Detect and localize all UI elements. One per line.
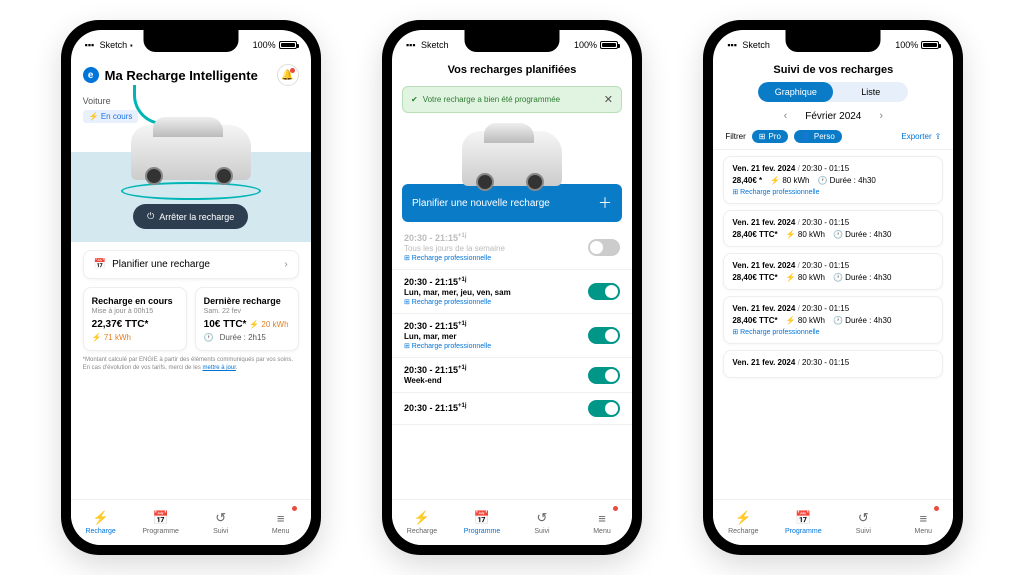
update-tariffs-link[interactable]: mettre à jour bbox=[203, 365, 236, 371]
schedule-item[interactable]: 20:30 - 21:15+1jLun, mar, mer, jeu, ven,… bbox=[392, 270, 632, 314]
check-icon: ✔ bbox=[411, 95, 418, 104]
logo-icon: e bbox=[83, 67, 99, 83]
status-time: 9:41 AM bbox=[176, 40, 209, 50]
tab-menu[interactable]: ≡Menu bbox=[572, 500, 632, 545]
tab-suivi[interactable]: ↺Suivi bbox=[191, 500, 251, 545]
schedule-item[interactable]: 20:30 - 21:15+1j bbox=[392, 393, 632, 425]
tab-menu[interactable]: ≡Menu bbox=[893, 500, 953, 545]
status-bar: ▪▪▪Sketch⬝ 9:41 AM 100% bbox=[71, 30, 311, 60]
segment-liste[interactable]: Liste bbox=[833, 82, 908, 102]
tab-suivi[interactable]: ↺Suivi bbox=[833, 500, 893, 545]
tab-programme[interactable]: 📅Programme bbox=[773, 500, 833, 545]
tab-programme[interactable]: 📅Programme bbox=[131, 500, 191, 545]
tab-recharge[interactable]: ⚡Recharge bbox=[392, 500, 452, 545]
plan-new-charge-button[interactable]: Planifier une nouvelle recharge ＋ bbox=[402, 184, 622, 222]
page-title: Ma Recharge Intelligente bbox=[105, 68, 271, 83]
history-item[interactable]: Ven. 21 fev. 2024 / 20:30 - 01:1528,40€ … bbox=[723, 296, 943, 344]
filter-perso-chip[interactable]: 👤Perso bbox=[794, 130, 842, 143]
status-bar: ▪▪▪Sketch 9:41 AM 100% bbox=[713, 30, 953, 60]
vehicle-label: Voiture bbox=[83, 96, 111, 106]
status-bar: ▪▪▪Sketch 9:41 AM 100% bbox=[392, 30, 632, 60]
history-icon: ↺ bbox=[215, 510, 226, 526]
car-image bbox=[131, 110, 251, 180]
current-charge-card[interactable]: Recharge en cours Mise à jour à 00h15 22… bbox=[83, 287, 187, 351]
user-icon: 👤 bbox=[801, 132, 811, 141]
phone-2: ▪▪▪Sketch 9:41 AM 100% Vos recharges pla… bbox=[382, 20, 642, 555]
bolt-icon: ⚡ bbox=[93, 510, 109, 526]
history-item[interactable]: Ven. 21 fev. 2024 / 20:30 - 01:1528,40€ … bbox=[723, 253, 943, 290]
tab-recharge[interactable]: ⚡Recharge bbox=[713, 500, 773, 545]
view-segmented-control: Graphique Liste bbox=[758, 82, 908, 102]
next-month-button[interactable]: › bbox=[879, 110, 883, 122]
briefcase-icon: ⊞ bbox=[759, 132, 766, 141]
tab-bar: ⚡Recharge 📅Programme ↺Suivi ≡Menu bbox=[392, 499, 632, 545]
last-charge-card[interactable]: Dernière recharge Sam. 22 fev 10€ TTC* ⚡… bbox=[195, 287, 299, 351]
tab-menu[interactable]: ≡Menu bbox=[251, 500, 311, 545]
close-toast-button[interactable]: ✕ bbox=[604, 93, 613, 106]
car-image bbox=[462, 121, 562, 176]
page-title: Vos recharges planifiées bbox=[392, 60, 632, 82]
wifi-icon: ⬝ bbox=[130, 40, 132, 51]
history-item[interactable]: Ven. 21 fev. 2024 / 20:30 - 01:15 bbox=[723, 350, 943, 378]
price-disclaimer: *Montant calculé par ENGIE à partir des … bbox=[83, 357, 299, 373]
schedule-toggle[interactable] bbox=[588, 400, 620, 417]
export-button[interactable]: Exporter⇪ bbox=[901, 132, 941, 141]
success-toast: ✔ Votre recharge a bien été programmée ✕ bbox=[402, 86, 622, 113]
prev-month-button[interactable]: ‹ bbox=[784, 110, 788, 122]
plan-charge-button[interactable]: 📅 Planifier une recharge › bbox=[83, 250, 299, 279]
chevron-right-icon: › bbox=[284, 259, 287, 270]
history-item[interactable]: Ven. 21 fev. 2024 / 20:30 - 01:1528,40€ … bbox=[723, 210, 943, 247]
calendar-icon: 📅 bbox=[153, 510, 169, 526]
plus-icon: ＋ bbox=[598, 193, 612, 213]
stop-charge-button[interactable]: ⏻Arrêter la recharge bbox=[133, 204, 248, 229]
filter-label: Filtrer bbox=[725, 132, 745, 141]
schedule-item[interactable]: 20:30 - 21:15+1jLun, mar, mer⊞ Recharge … bbox=[392, 314, 632, 358]
export-icon: ⇪ bbox=[935, 132, 942, 141]
tab-bar: ⚡Recharge 📅Programme ↺Suivi ≡Menu bbox=[71, 499, 311, 545]
tab-recharge[interactable]: ⚡Recharge bbox=[71, 500, 131, 545]
notification-button[interactable]: 🔔 bbox=[277, 64, 299, 86]
signal-icon: ▪▪▪ bbox=[85, 40, 97, 50]
schedule-toggle[interactable] bbox=[588, 327, 620, 344]
phone-3: ▪▪▪Sketch 9:41 AM 100% Suivi de vos rech… bbox=[703, 20, 963, 555]
schedule-item[interactable]: 20:30 - 21:15+1jTous les jours de la sem… bbox=[392, 226, 632, 270]
schedule-item[interactable]: 20:30 - 21:15+1jWeek-end bbox=[392, 358, 632, 393]
month-label: Février 2024 bbox=[805, 111, 861, 122]
phone-1: ▪▪▪Sketch⬝ 9:41 AM 100% e Ma Recharge In… bbox=[61, 20, 321, 555]
schedule-toggle[interactable] bbox=[588, 239, 620, 256]
segment-graphique[interactable]: Graphique bbox=[758, 82, 833, 102]
history-item[interactable]: Ven. 21 fev. 2024 / 20:30 - 01:1528,40€ … bbox=[723, 156, 943, 204]
calendar-icon: 📅 bbox=[94, 259, 106, 270]
page-title: Suivi de vos recharges bbox=[713, 60, 953, 82]
tab-programme[interactable]: 📅Programme bbox=[452, 500, 512, 545]
power-icon: ⏻ bbox=[147, 211, 154, 222]
menu-icon: ≡ bbox=[277, 511, 285, 526]
car-status-section: Voiture ⚡ En cours ⏻Arrêter la recharge bbox=[71, 92, 311, 242]
battery-icon bbox=[279, 41, 297, 49]
filter-pro-chip[interactable]: ⊞Pro bbox=[752, 130, 788, 143]
schedule-toggle[interactable] bbox=[588, 283, 620, 300]
schedule-toggle[interactable] bbox=[588, 367, 620, 384]
tab-suivi[interactable]: ↺Suivi bbox=[512, 500, 572, 545]
tab-bar: ⚡Recharge 📅Programme ↺Suivi ≡Menu bbox=[713, 499, 953, 545]
